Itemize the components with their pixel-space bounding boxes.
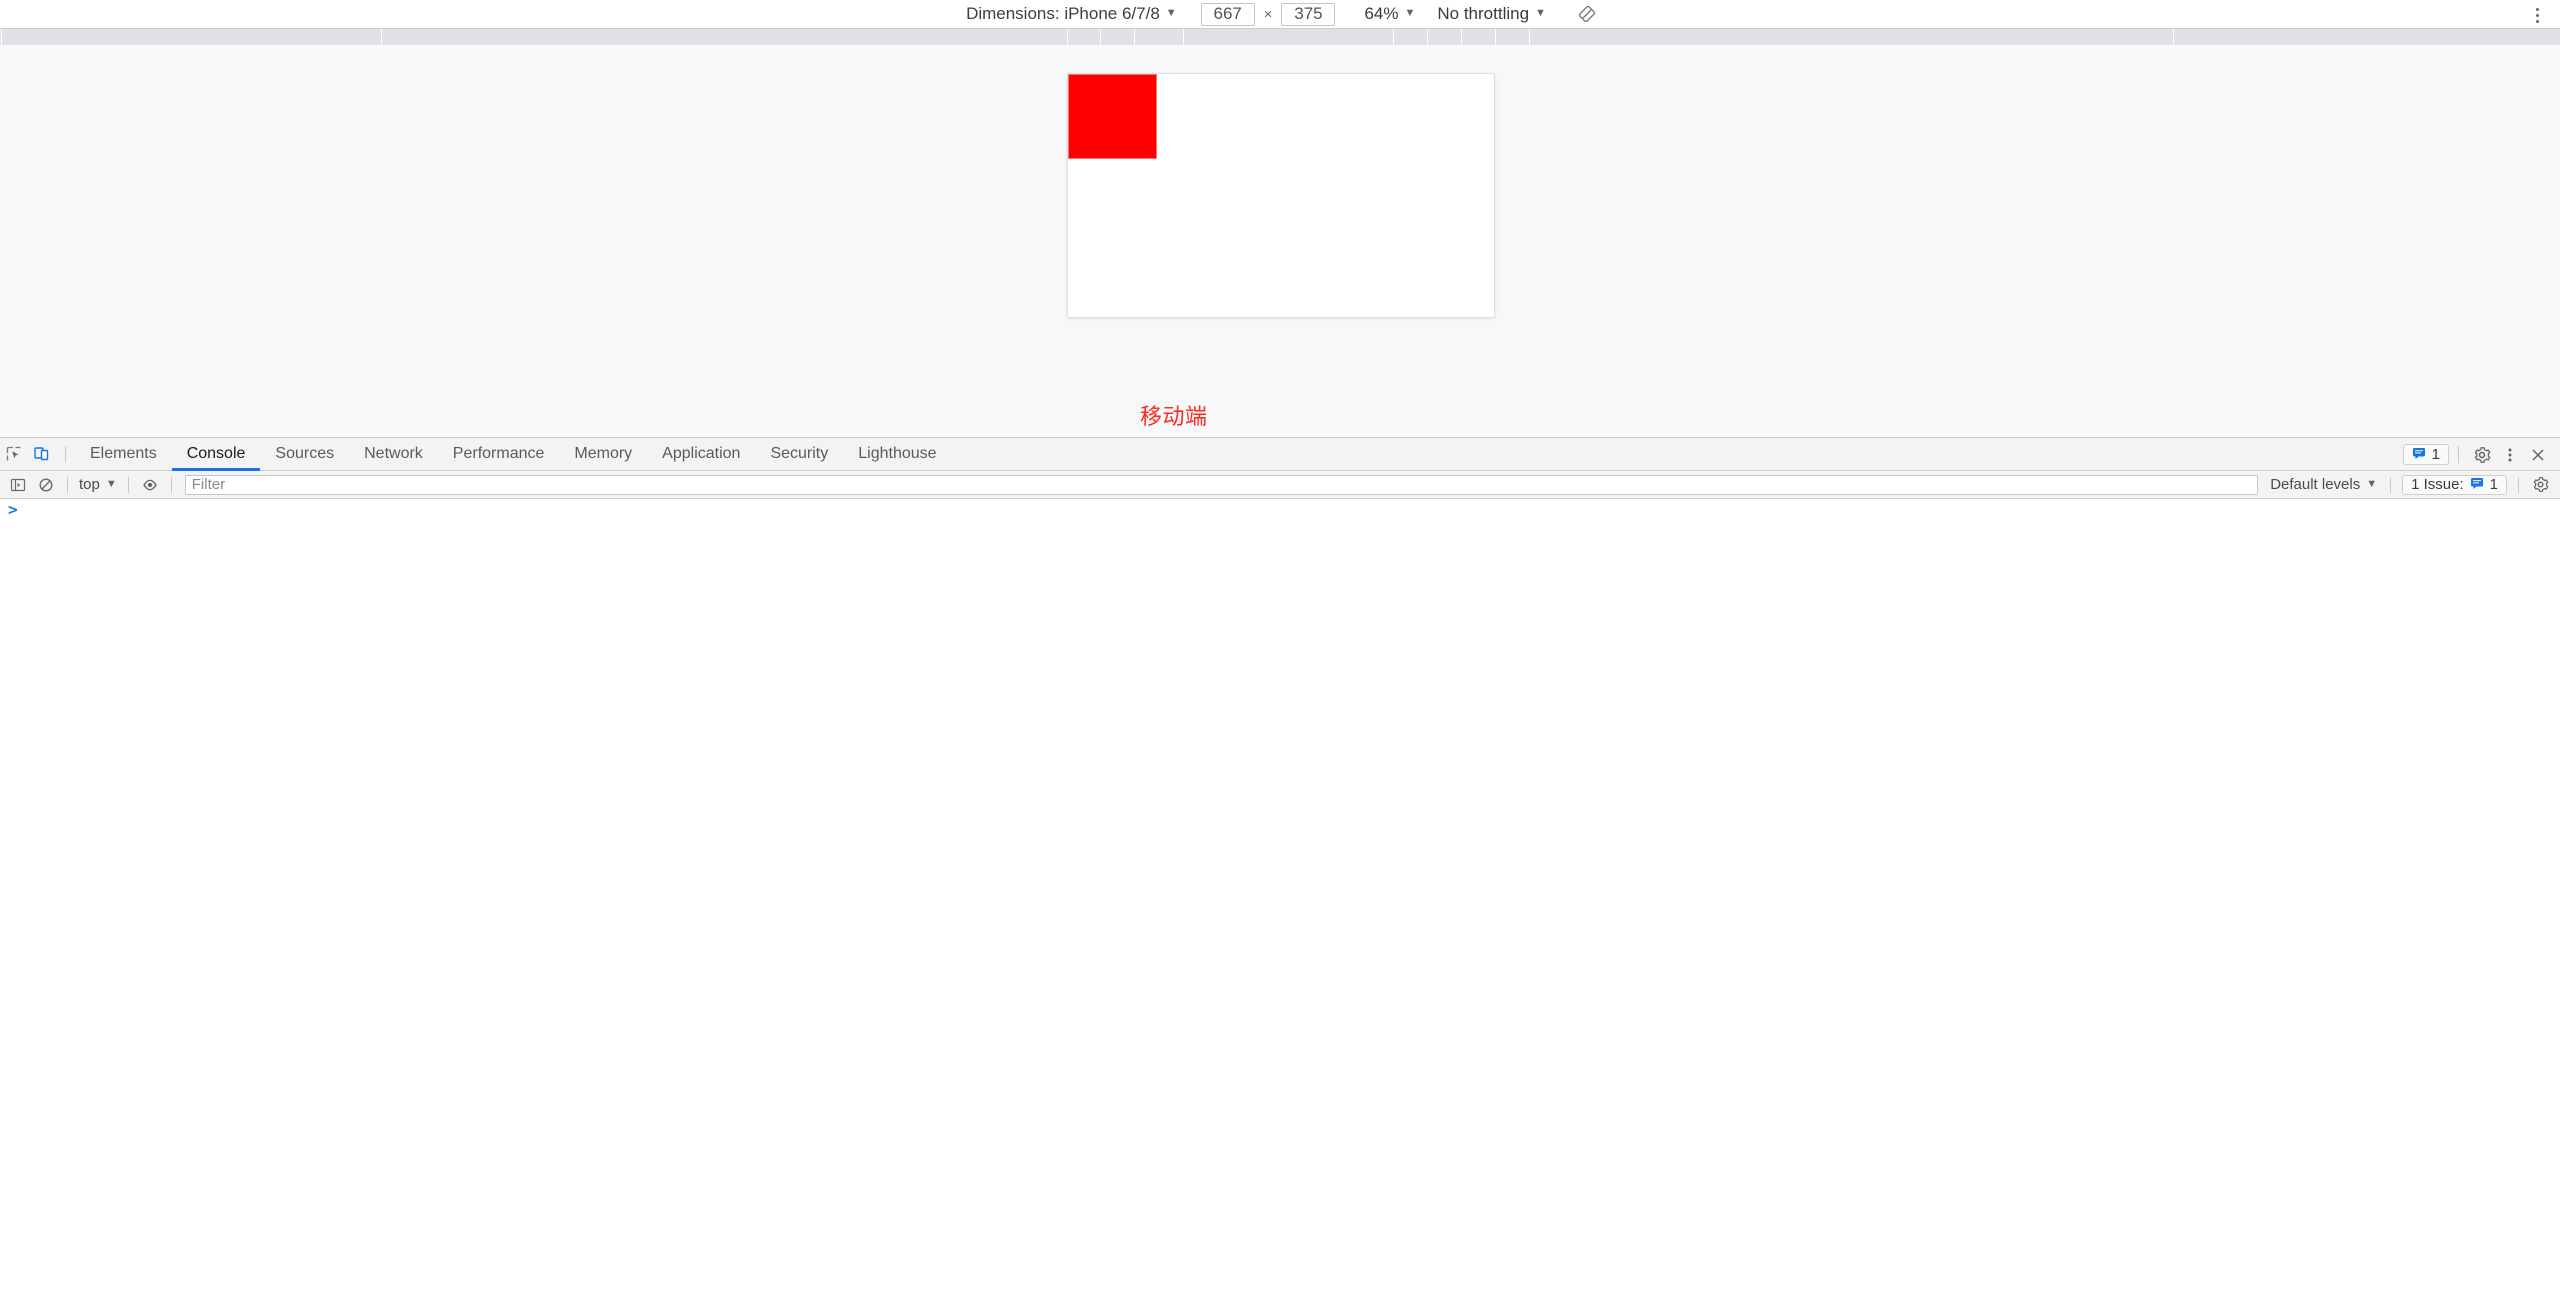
clear-console-icon[interactable] bbox=[32, 471, 60, 499]
chevron-down-icon: ▼ bbox=[1165, 7, 1177, 19]
toolbar-divider bbox=[2458, 446, 2459, 463]
console-input-line[interactable] bbox=[18, 502, 2560, 520]
tab-security[interactable]: Security bbox=[755, 438, 843, 471]
devtools-panel: Elements Console Sources Network Perform… bbox=[0, 437, 2560, 1296]
device-toolbar-controls: Dimensions: iPhone 6/7/8 ▼ × 64% ▼ No th… bbox=[962, 2, 1598, 26]
network-throttling-select[interactable]: No throttling ▼ bbox=[1433, 3, 1550, 25]
devtools-tabbar-actions: 1 bbox=[2402, 438, 2552, 471]
device-viewport[interactable] bbox=[1067, 73, 1495, 318]
issue-message-icon bbox=[2470, 476, 2484, 494]
mobile-text-label: 移动端 bbox=[1140, 405, 1208, 430]
console-issues-button[interactable]: 1 Issue: 1 bbox=[2402, 474, 2507, 495]
toolbar-divider bbox=[170, 476, 172, 493]
device-preset-label: Dimensions: iPhone 6/7/8 bbox=[966, 4, 1160, 23]
devtools-window: Dimensions: iPhone 6/7/8 ▼ × 64% ▼ No th… bbox=[0, 0, 2560, 1296]
rotate-icon[interactable] bbox=[1576, 3, 1598, 25]
viewport-height-input[interactable] bbox=[1281, 2, 1336, 26]
tab-elements[interactable]: Elements bbox=[75, 438, 172, 471]
kebab-dot bbox=[2535, 19, 2539, 23]
viewport-ruler bbox=[0, 29, 2560, 46]
device-preset-select[interactable]: Dimensions: iPhone 6/7/8 ▼ bbox=[962, 3, 1181, 25]
tab-performance[interactable]: Performance bbox=[438, 438, 560, 471]
tab-label: Lighthouse bbox=[858, 445, 937, 462]
tab-label: Network bbox=[364, 445, 423, 462]
console-prompt-row[interactable]: > bbox=[0, 499, 2560, 526]
issues-label: 1 Issue: bbox=[2411, 476, 2464, 493]
tab-console[interactable]: Console bbox=[171, 438, 261, 471]
chevron-down-icon: ▼ bbox=[1404, 7, 1416, 19]
console-context-select[interactable]: top ▼ bbox=[75, 476, 121, 493]
tab-memory[interactable]: Memory bbox=[559, 438, 647, 471]
console-sidebar-icon[interactable] bbox=[4, 471, 32, 499]
tab-label: Application bbox=[662, 445, 741, 462]
tab-label: Security bbox=[770, 445, 829, 462]
device-toolbar-more-options-button[interactable] bbox=[2526, 4, 2548, 26]
device-emulation-toolbar: Dimensions: iPhone 6/7/8 ▼ × 64% ▼ No th… bbox=[0, 0, 2560, 29]
toolbar-divider bbox=[67, 476, 68, 493]
log-levels-label: Default levels bbox=[2270, 476, 2361, 493]
device-toolbar-icon[interactable] bbox=[28, 440, 56, 468]
issues-count-label: 1 bbox=[2489, 476, 2498, 493]
gear-icon[interactable] bbox=[2526, 471, 2554, 499]
console-output-area[interactable]: > bbox=[0, 499, 2560, 1295]
issue-count-label: 1 bbox=[2431, 446, 2440, 463]
chevron-down-icon: ▼ bbox=[105, 477, 117, 490]
viewport-width-input[interactable] bbox=[1200, 2, 1255, 26]
console-filter-toolbar: top ▼ Default levels ▼ 1 Issue: bbox=[0, 471, 2560, 499]
zoom-level-label: 64% bbox=[1364, 4, 1399, 23]
red-square-element bbox=[1068, 74, 1157, 159]
devtools-more-options-button[interactable] bbox=[2496, 441, 2524, 469]
chevron-down-icon: ▼ bbox=[1535, 7, 1546, 19]
console-prompt-arrow-icon: > bbox=[8, 500, 18, 519]
inspect-element-icon[interactable] bbox=[0, 440, 28, 468]
tab-label: Console bbox=[186, 445, 246, 462]
tab-label: Memory bbox=[574, 445, 633, 462]
kebab-dot bbox=[2535, 13, 2539, 17]
tab-label: Elements bbox=[90, 445, 157, 462]
gear-icon[interactable] bbox=[2468, 441, 2496, 469]
kebab-dot bbox=[2535, 7, 2539, 11]
devtools-tabbar: Elements Console Sources Network Perform… bbox=[0, 438, 2560, 471]
tab-application[interactable]: Application bbox=[647, 438, 755, 471]
console-context-label: top bbox=[79, 476, 100, 493]
tab-network[interactable]: Network bbox=[349, 438, 438, 471]
close-icon[interactable] bbox=[2524, 441, 2552, 469]
console-filter-input[interactable] bbox=[184, 474, 2259, 495]
live-expression-eye-icon[interactable] bbox=[136, 471, 164, 499]
toolbar-divider bbox=[2518, 476, 2519, 493]
page-preview-area: 移动端 bbox=[0, 45, 2560, 445]
tab-sources[interactable]: Sources bbox=[260, 438, 349, 471]
chevron-down-icon: ▼ bbox=[2366, 477, 2378, 490]
zoom-level-select[interactable]: 64% ▼ bbox=[1360, 3, 1419, 25]
console-log-levels-select[interactable]: Default levels ▼ bbox=[2264, 476, 2383, 493]
tab-lighthouse[interactable]: Lighthouse bbox=[843, 438, 951, 471]
toolbar-divider bbox=[2390, 476, 2392, 493]
issue-message-icon bbox=[2412, 446, 2426, 464]
toolbar-divider bbox=[65, 445, 66, 463]
toolbar-divider bbox=[127, 476, 129, 493]
tab-label: Performance bbox=[452, 445, 545, 462]
tab-label: Sources bbox=[275, 445, 335, 462]
dimension-separator: × bbox=[1263, 5, 1273, 23]
throttling-label: No throttling bbox=[1437, 4, 1530, 23]
issues-counter-button[interactable]: 1 bbox=[2402, 444, 2449, 465]
